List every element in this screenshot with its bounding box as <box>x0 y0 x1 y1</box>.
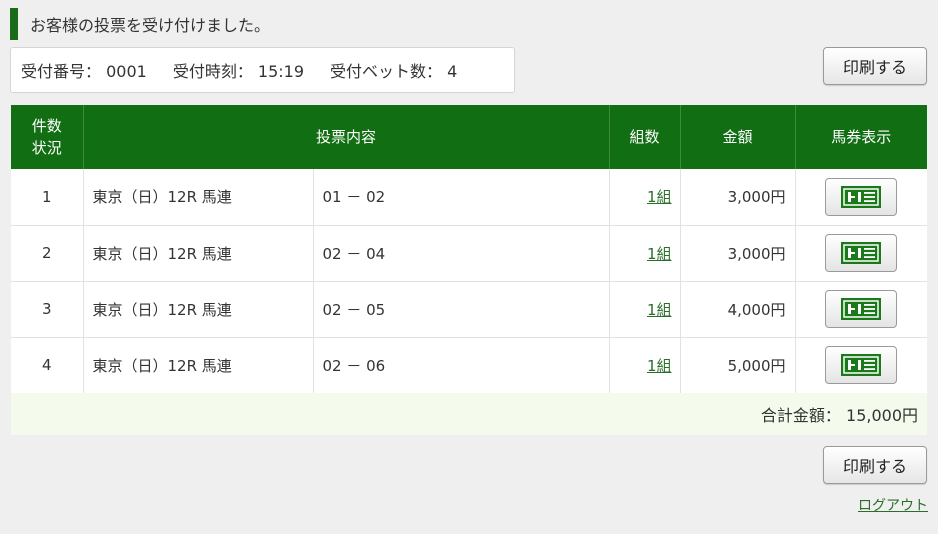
ticket-cell <box>795 336 928 393</box>
notice-text: お客様の投票を受け付けました。 <box>30 16 271 35</box>
header-ticket: 馬券表示 <box>795 105 928 169</box>
ticket-icon <box>840 297 882 321</box>
bet-count: 受付ベット数： 4 <box>330 62 458 81</box>
ticket-cell <box>795 169 927 225</box>
amount-cell: 5,000円 <box>680 336 796 393</box>
race-info: 東京（日）12R 馬連 <box>83 224 314 281</box>
ticket-cell <box>795 280 928 337</box>
row-number: 2 <box>11 224 84 281</box>
table-row: 4 東京（日）12R 馬連 02 － 06 1組 5,000円 <box>11 336 928 393</box>
header-amount: 金額 <box>680 105 796 169</box>
race-info: 東京（日）12R 馬連 <box>83 336 314 393</box>
bet-combination: 02 － 05 <box>313 280 610 337</box>
kumi-link[interactable]: 1組 <box>647 301 672 319</box>
table-header-row: 件数 状況 投票内容 組数 金額 馬券表示 <box>11 105 928 169</box>
ticket-display-button[interactable] <box>825 290 898 328</box>
row-number: 3 <box>11 280 84 337</box>
ticket-display-button[interactable] <box>825 177 898 216</box>
header-kumi: 組数 <box>609 105 681 169</box>
header-no-status: 件数 状況 <box>11 105 84 169</box>
kumi-cell: 1組 <box>609 336 681 393</box>
amount-cell: 4,000円 <box>680 280 796 337</box>
table-row: 3 東京（日）12R 馬連 02 － 05 1組 4,000円 <box>11 280 928 337</box>
header-content: 投票内容 <box>83 105 610 169</box>
total-amount: 合計金額： 15,000円 <box>11 393 927 435</box>
logout-link[interactable]: ログアウト <box>858 495 928 515</box>
race-info: 東京（日）12R 馬連 <box>83 280 314 337</box>
ticket-display-button[interactable] <box>825 234 898 272</box>
ticket-cell <box>795 224 928 281</box>
kumi-link[interactable]: 1組 <box>647 357 672 375</box>
ticket-icon <box>840 353 882 377</box>
table-row: 1 東京（日）12R 馬連 01 － 02 1組 3,000円 <box>11 169 927 225</box>
bet-combination: 02 － 04 <box>313 224 610 281</box>
notice-accent-bar <box>10 8 18 40</box>
ticket-display-button[interactable] <box>825 346 898 385</box>
table-row: 2 東京（日）12R 馬連 02 － 04 1組 3,000円 <box>11 224 928 281</box>
kumi-cell: 1組 <box>609 224 681 281</box>
kumi-cell: 1組 <box>609 280 681 337</box>
race-info: 東京（日）12R 馬連 <box>83 169 314 225</box>
receipt-number: 受付番号： 0001 <box>21 62 147 81</box>
receipt-info-box: 受付番号： 0001 受付時刻： 15:19 受付ベット数： 4 <box>10 47 515 93</box>
receipt-time: 受付時刻： 15:19 <box>172 62 305 81</box>
amount-cell: 3,000円 <box>680 169 796 225</box>
kumi-link[interactable]: 1組 <box>647 188 672 206</box>
notice-banner: お客様の投票を受け付けました。 <box>10 8 270 40</box>
bet-combination: 02 － 06 <box>313 336 610 393</box>
print-button-top[interactable]: 印刷する <box>823 47 927 85</box>
ticket-icon <box>840 241 882 265</box>
kumi-link[interactable]: 1組 <box>647 245 672 263</box>
bet-table: 件数 状況 投票内容 組数 金額 馬券表示 1 東京（日）12R 馬連 01 － 0… <box>11 105 928 393</box>
ticket-icon <box>840 185 882 209</box>
row-number: 1 <box>11 169 84 225</box>
kumi-cell: 1組 <box>609 169 681 225</box>
print-button-bottom[interactable]: 印刷する <box>823 446 927 484</box>
amount-cell: 3,000円 <box>680 224 796 281</box>
bet-combination: 01 － 02 <box>313 169 610 225</box>
row-number: 4 <box>11 336 84 393</box>
